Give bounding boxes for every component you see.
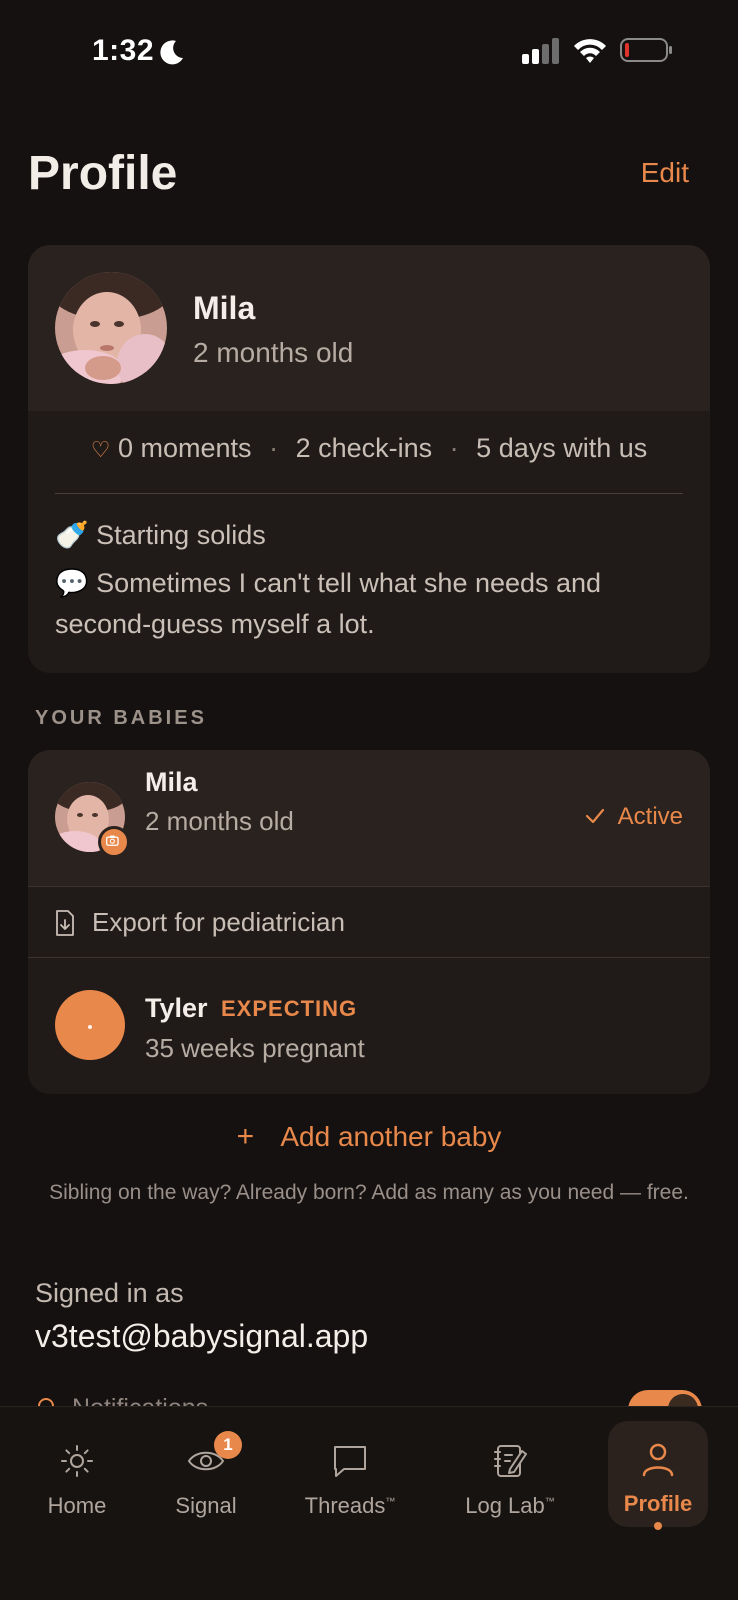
active-status: Active [617,803,683,830]
separator-dot: · [269,433,279,463]
checkmark-icon [585,808,605,824]
document-download-icon [56,910,74,936]
tab-log-lab[interactable]: Log Lab™ [450,1423,570,1533]
separator-dot: · [449,433,459,463]
checkins-count: 2 check-ins [295,433,433,463]
pregnancy-weeks: 35 weeks pregnant [145,1033,365,1063]
babies-card: Mila 2 months old Active Export for pedi… [28,750,710,1094]
tab-label: Log Lab™ [465,1493,555,1518]
baby-photo-icon [55,272,167,384]
person-icon [642,1443,674,1477]
moments-count: 0 moments [117,433,252,463]
wifi-icon [574,39,606,63]
tab-label: Home [47,1493,107,1518]
sun-icon [61,1445,93,1477]
tab-profile[interactable]: Profile [608,1421,708,1527]
profile-card: Mila 2 months old ♡ 0 moments · 2 check-… [28,245,710,673]
note-text: Sometimes I can't tell what she needs an… [55,568,602,639]
profile-name: Mila [193,290,256,326]
profile-age: 2 months old [193,337,354,368]
add-baby-label: Add another baby [280,1121,502,1152]
export-pediatrician-button[interactable]: Export for pediatrician [92,907,345,938]
camera-icon[interactable] [98,826,130,858]
baby-row-mila[interactable] [28,750,710,886]
divider [55,493,683,494]
note-text: Starting solids [96,520,266,550]
baby-bottle-icon: 🍼 [55,520,89,550]
status-bar: 1:32 [0,0,738,100]
signed-in-label: Signed in as [35,1278,184,1308]
edit-button[interactable]: Edit [641,157,689,189]
baby-age: 2 months old [145,806,294,836]
speech-bubble-icon: 💬 [55,568,89,598]
tab-bar: Home 1 Signal Threads™ Log Lab™ Profile [0,1406,738,1600]
profile-stats: ♡ 0 moments · 2 check-ins · 5 days with … [28,433,710,464]
divider [28,957,710,958]
days-count: 5 days with us [476,433,648,463]
active-tab-indicator [654,1522,662,1530]
tab-threads[interactable]: Threads™ [290,1423,410,1533]
notification-badge: 1 [214,1431,242,1459]
add-baby-helper-text: Sibling on the way? Already born? Add as… [49,1181,689,1204]
cellular-signal-icon [522,38,559,64]
tab-label: Signal [175,1493,237,1518]
tab-signal[interactable]: 1 Signal [146,1423,266,1533]
status-time: 1:32 [92,34,155,67]
baby-name[interactable]: Tyler [145,993,208,1024]
divider [28,886,710,887]
moon-icon [160,40,183,65]
expecting-badge: EXPECTING [221,996,358,1021]
account-email: v3test@babysignal.app [35,1318,369,1354]
heart-icon: ♡ [90,437,111,462]
baby-avatar [55,272,167,384]
section-label-your-babies: YOUR BABIES [35,707,207,729]
profile-note-feeding: 🍼 Starting solids [55,515,685,556]
plus-icon: + [236,1120,255,1153]
tab-label: Threads™ [304,1493,396,1518]
tab-home[interactable]: Home [17,1423,137,1533]
chat-icon [334,1446,366,1477]
baby-name: Mila [145,767,198,797]
tab-label: Profile [623,1491,693,1516]
profile-note-concern: 💬 Sometimes I can't tell what she needs … [55,563,685,645]
add-baby-button[interactable]: + Add another baby [0,1120,738,1154]
page-title: Profile [28,147,178,200]
baby-avatar-placeholder [55,990,125,1060]
battery-icon [620,38,672,62]
notebook-edit-icon [494,1445,527,1477]
